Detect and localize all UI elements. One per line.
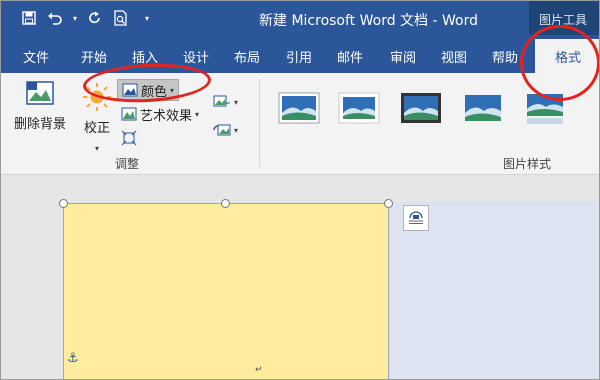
compress-pictures-button[interactable] bbox=[121, 127, 137, 149]
print-preview-icon[interactable] bbox=[111, 8, 131, 28]
change-picture-dropdown-icon: ▾ bbox=[234, 97, 239, 107]
picture-style-thumb-1[interactable] bbox=[277, 91, 321, 127]
paragraph-mark-icon: ↵ bbox=[255, 365, 263, 375]
layout-options-icon[interactable] bbox=[403, 205, 429, 231]
save-icon[interactable] bbox=[19, 8, 39, 28]
tab-mailings[interactable]: 邮件 bbox=[337, 47, 363, 66]
artistic-effects-icon bbox=[121, 107, 137, 121]
tab-layout[interactable]: 布局 bbox=[234, 47, 260, 66]
artistic-effects-label: 艺术效果 bbox=[140, 108, 193, 124]
tab-help[interactable]: 帮助 bbox=[492, 47, 518, 66]
resize-handle-top-middle[interactable] bbox=[221, 199, 230, 208]
tab-file[interactable]: 文件 bbox=[23, 47, 49, 66]
remove-background-label: 删除背景 bbox=[13, 117, 66, 132]
corrections-label: 校正 bbox=[83, 121, 110, 136]
group-label-adjust: 调整 bbox=[115, 157, 140, 171]
word-window: ▾ ▾ 新建 Microsoft Word 文档 - Word 图片工具 文件 … bbox=[0, 0, 600, 380]
reset-picture-icon bbox=[213, 124, 231, 136]
reset-picture-button[interactable]: ▾ bbox=[213, 119, 238, 141]
ribbon-tabs: 文件 开始 插入 设计 布局 引用 邮件 审阅 视图 帮助 格式 bbox=[1, 35, 599, 73]
remove-background-button[interactable]: 删除背景 bbox=[9, 79, 71, 132]
undo-dropdown-icon[interactable]: ▾ bbox=[71, 8, 79, 28]
annotation-circle-format-tab bbox=[520, 25, 599, 101]
tab-review[interactable]: 审阅 bbox=[390, 47, 416, 66]
title-bar: ▾ ▾ 新建 Microsoft Word 文档 - Word 图片工具 bbox=[1, 1, 599, 35]
change-picture-icon bbox=[213, 95, 230, 107]
tab-view[interactable]: 视图 bbox=[441, 47, 467, 66]
resize-handle-top-left[interactable] bbox=[59, 199, 68, 208]
document-area[interactable]: ⚓ ↵ bbox=[1, 175, 599, 379]
group-label-picture-styles: 图片样式 bbox=[503, 157, 552, 171]
picture-style-thumb-2[interactable] bbox=[337, 91, 381, 127]
tab-design[interactable]: 设计 bbox=[183, 47, 209, 66]
artistic-effects-dropdown-icon: ▾ bbox=[195, 109, 200, 119]
corrections-dropdown-icon: ▾ bbox=[94, 144, 99, 153]
resize-handle-top-right[interactable] bbox=[384, 199, 393, 208]
change-picture-button[interactable]: ▾ bbox=[213, 91, 238, 113]
anchor-icon: ⚓ bbox=[67, 351, 79, 366]
picture-style-thumb-3[interactable] bbox=[399, 91, 443, 127]
picture-style-thumb-4[interactable] bbox=[461, 91, 505, 127]
selected-picture[interactable] bbox=[63, 203, 389, 379]
quick-access-toolbar: ▾ ▾ bbox=[19, 8, 157, 28]
compress-pictures-icon bbox=[121, 130, 137, 146]
customize-qat-icon[interactable]: ▾ bbox=[137, 8, 157, 28]
tab-home[interactable]: 开始 bbox=[81, 47, 107, 66]
group-separator bbox=[259, 79, 260, 167]
tab-references[interactable]: 引用 bbox=[286, 47, 312, 66]
undo-icon[interactable] bbox=[45, 8, 65, 28]
redo-icon[interactable] bbox=[85, 8, 105, 28]
artistic-effects-button[interactable]: 艺术效果 ▾ bbox=[121, 103, 199, 125]
remove-background-icon bbox=[26, 81, 54, 105]
document-title: 新建 Microsoft Word 文档 - Word bbox=[259, 13, 478, 29]
reset-picture-dropdown-icon: ▾ bbox=[234, 125, 239, 135]
